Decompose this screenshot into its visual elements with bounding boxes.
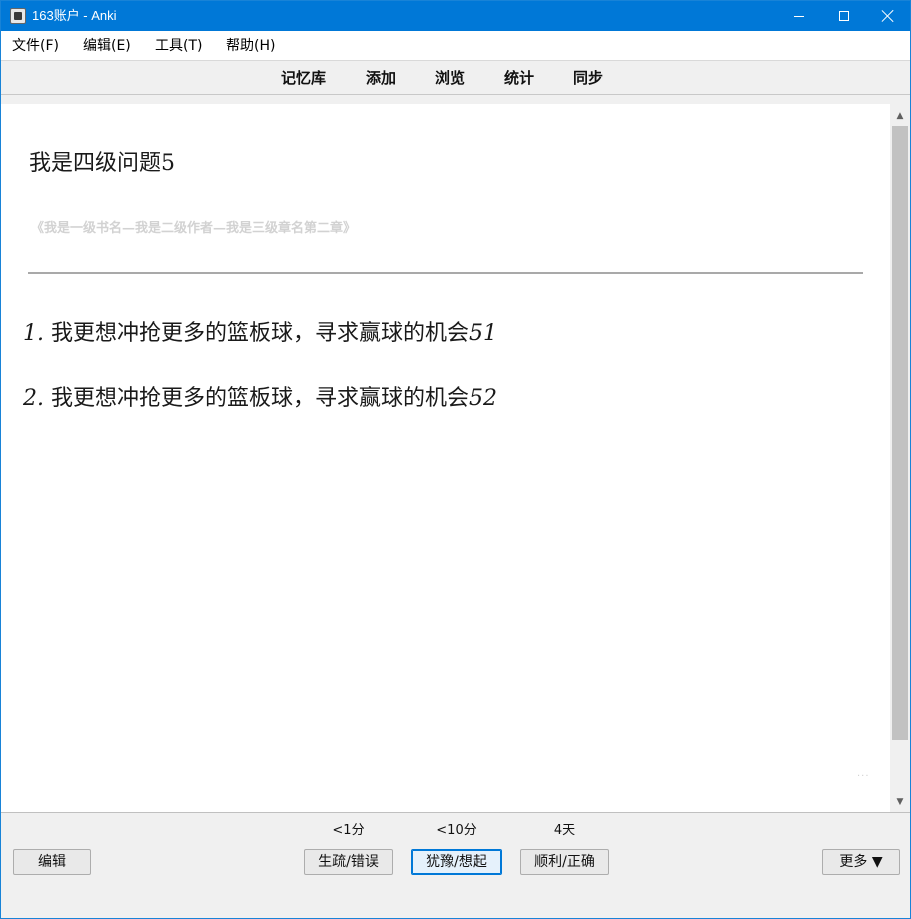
card-scrollbar[interactable]: ▲ ▼ <box>890 104 910 812</box>
answer-list: 1. 我更想冲抢更多的篮板球，寻求赢球的机会51 2. 我更想冲抢更多的篮板球，… <box>23 320 497 450</box>
answer-suffix: 51 <box>469 321 498 346</box>
menu-edit[interactable]: 编辑(E) <box>83 37 131 55</box>
due-hard: <10分 <box>436 823 477 838</box>
hard-button[interactable]: 犹豫/想起 <box>411 849 502 875</box>
toolbar-stats-link[interactable]: 统计 <box>504 69 534 87</box>
edit-button[interactable]: 编辑 <box>13 849 91 875</box>
more-button[interactable]: 更多 ▼ <box>822 849 900 875</box>
toolbar-browse-link[interactable]: 浏览 <box>435 69 465 87</box>
menu-tools[interactable]: 工具(T) <box>155 37 202 55</box>
good-button[interactable]: 顺利/正确 <box>520 849 609 875</box>
window-title: 163账户 - Anki <box>32 8 117 23</box>
answer-text: 我更想冲抢更多的篮板球，寻求赢球的机会 <box>51 321 470 346</box>
scroll-thumb[interactable] <box>892 126 908 740</box>
title-bar[interactable]: 163账户 - Anki <box>1 1 910 31</box>
anki-app-icon <box>10 8 26 24</box>
close-icon <box>882 10 894 22</box>
again-button[interactable]: 生疏/错误 <box>304 849 393 875</box>
answer-item: 2. 我更想冲抢更多的篮板球，寻求赢球的机会52 <box>23 385 497 413</box>
anki-window: 163账户 - Anki 文件(F) 编辑(E) 工具(T) 帮助(H) 记忆库… <box>0 0 911 919</box>
minimize-icon <box>794 15 804 17</box>
menu-bar: 文件(F) 编辑(E) 工具(T) 帮助(H) <box>1 31 910 61</box>
question-answer-divider <box>28 272 863 274</box>
due-again: <1分 <box>332 823 365 838</box>
answer-text: 我更想冲抢更多的篮板球，寻求赢球的机会 <box>51 386 470 411</box>
menu-help[interactable]: 帮助(H) <box>226 37 275 55</box>
minimize-button[interactable] <box>776 1 822 31</box>
maximize-button[interactable] <box>821 1 867 31</box>
toolbar-decks-link[interactable]: 记忆库 <box>281 69 326 87</box>
answer-number: 2. <box>23 386 44 411</box>
maximize-icon <box>839 11 849 21</box>
scroll-down-arrow-icon[interactable]: ▼ <box>890 792 910 812</box>
answer-item: 1. 我更想冲抢更多的篮板球，寻求赢球的机会51 <box>23 320 497 348</box>
toolbar-add-link[interactable]: 添加 <box>366 69 396 87</box>
close-button[interactable] <box>865 1 911 31</box>
card-source: 《我是一级书名—我是二级作者—我是三级章名第二章》 <box>31 221 357 236</box>
resize-grip-dots: ... <box>857 768 870 779</box>
scroll-up-arrow-icon[interactable]: ▲ <box>890 106 910 126</box>
due-good: 4天 <box>553 823 576 838</box>
main-toolbar: 记忆库 添加 浏览 统计 同步 <box>1 61 910 95</box>
answer-suffix: 52 <box>469 386 498 411</box>
review-bottom-bar: 编辑 <1分 生疏/错误 <10分 犹豫/想起 4天 顺利/正确 更多 ▼ <box>1 812 910 918</box>
answer-number: 1. <box>23 321 44 346</box>
menu-file[interactable]: 文件(F) <box>12 37 59 55</box>
card-view: 我是四级问题5 《我是一级书名—我是二级作者—我是三级章名第二章》 1. 我更想… <box>1 104 890 812</box>
card-question: 我是四级问题5 <box>29 151 175 176</box>
toolbar-sync-link[interactable]: 同步 <box>573 69 603 87</box>
